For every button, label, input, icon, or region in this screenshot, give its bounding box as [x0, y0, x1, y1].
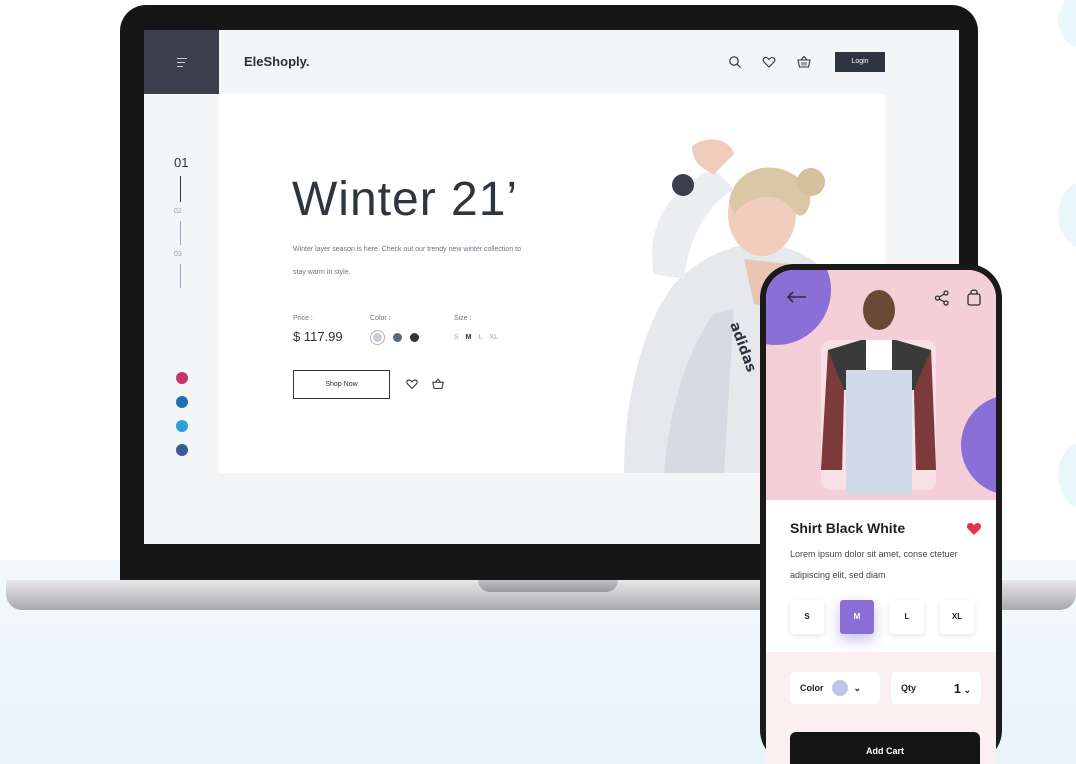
- color-swatch-slate[interactable]: [393, 333, 402, 342]
- product-image: [766, 270, 996, 500]
- instagram-icon[interactable]: [176, 372, 188, 384]
- qty-value: 1: [953, 680, 961, 696]
- purchase-panel: Color ⌄ Qty 1 ⌄ Add Cart: [766, 652, 996, 764]
- slide-bar: [180, 264, 181, 288]
- phone-screen: Shirt Black White Lorem ipsum dolor sit …: [766, 270, 996, 764]
- back-arrow-icon[interactable]: [786, 290, 808, 304]
- size-option-xl[interactable]: XL: [940, 600, 974, 634]
- product-illustration: [766, 270, 996, 495]
- color-swatch-dark[interactable]: [410, 333, 419, 342]
- slide-number[interactable]: 03: [174, 251, 188, 258]
- search-icon[interactable]: [727, 54, 743, 70]
- size-option-s[interactable]: S: [790, 600, 824, 634]
- add-to-basket-icon[interactable]: [431, 377, 445, 391]
- wishlist-heart-icon[interactable]: [405, 377, 419, 391]
- login-button[interactable]: Login: [835, 52, 885, 72]
- size-option-m[interactable]: M: [840, 600, 874, 634]
- menu-button[interactable]: [144, 30, 219, 94]
- price-value: $ 117.99: [293, 329, 343, 344]
- linkedin-icon[interactable]: [176, 396, 188, 408]
- size-option-m[interactable]: M: [466, 334, 472, 341]
- decor-circle: [1058, 440, 1076, 510]
- slide-indicator: 01 02 03: [174, 155, 188, 294]
- laptop-notch: [478, 580, 618, 592]
- decor-circle: [1058, 180, 1076, 250]
- color-swatch-light[interactable]: [373, 333, 382, 342]
- color-dot: [831, 680, 848, 696]
- color-label: Color :: [370, 315, 391, 322]
- share-icon[interactable]: [934, 290, 950, 306]
- size-option-l[interactable]: L: [479, 334, 483, 341]
- heart-icon[interactable]: [761, 54, 777, 70]
- hamburger-icon: [176, 57, 187, 67]
- color-selector[interactable]: Color ⌄: [790, 672, 880, 704]
- chevron-down-icon: ⌄: [963, 684, 971, 695]
- product-title: Shirt Black White: [790, 520, 906, 536]
- hero-headline: Winter 21’: [292, 173, 519, 226]
- slide-number-active[interactable]: 01: [174, 155, 188, 170]
- size-label: Size :: [454, 315, 472, 322]
- phone-frame: Shirt Black White Lorem ipsum dolor sit …: [760, 264, 1002, 764]
- product-description: Lorem ipsum dolor sit amet, conse ctetue…: [790, 549, 958, 580]
- price-label: Price :: [293, 315, 313, 322]
- slide-bar: [180, 221, 181, 245]
- qty-label: Qty: [901, 683, 917, 693]
- size-option-l[interactable]: L: [890, 600, 924, 634]
- size-option-xl[interactable]: XL: [489, 334, 498, 341]
- quantity-selector[interactable]: Qty 1 ⌄: [891, 672, 981, 704]
- shopping-bag-icon[interactable]: [966, 288, 982, 306]
- chevron-down-icon: ⌄: [853, 682, 862, 693]
- color-selector-label: Color: [800, 683, 824, 693]
- favorite-heart-icon[interactable]: [966, 522, 982, 536]
- slide-number[interactable]: 02: [174, 208, 188, 215]
- add-cart-button[interactable]: Add Cart: [790, 732, 980, 764]
- hero-description: Winter layer season is here. Check out o…: [293, 246, 521, 276]
- brand-logo[interactable]: EleShoply.: [244, 54, 310, 69]
- size-options: S M L XL: [454, 334, 498, 341]
- decor-circle: [1058, 0, 1076, 50]
- slide-bar: [180, 176, 181, 202]
- facebook-icon[interactable]: [176, 444, 188, 456]
- size-option-s[interactable]: S: [454, 334, 459, 341]
- basket-icon[interactable]: [796, 54, 812, 70]
- twitter-icon[interactable]: [176, 420, 188, 432]
- qty-value-wrap: 1 ⌄: [954, 681, 971, 696]
- shop-now-button[interactable]: Shop Now: [293, 370, 390, 399]
